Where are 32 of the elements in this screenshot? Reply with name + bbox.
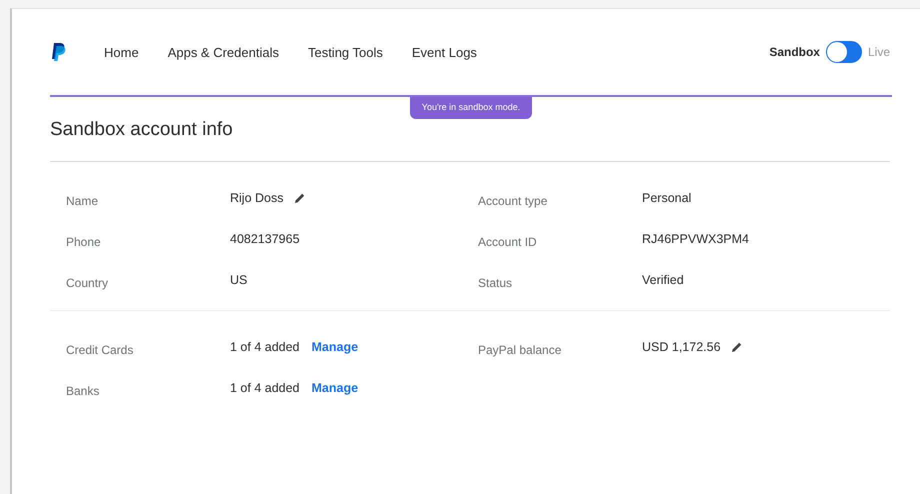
- field-value: 1 of 4 added: [230, 381, 300, 395]
- field-label: PayPal balance: [478, 342, 562, 357]
- manage-link[interactable]: Manage: [312, 340, 358, 354]
- field-value: US: [230, 273, 248, 287]
- nav-link[interactable]: Event Logs: [412, 44, 477, 60]
- field-label: Account ID: [478, 234, 538, 249]
- toggle-label: Live: [868, 45, 890, 59]
- field-label: Country: [66, 275, 110, 290]
- pencil-icon[interactable]: [730, 341, 743, 353]
- nav-link[interactable]: Testing Tools: [308, 44, 383, 60]
- pencil-icon[interactable]: [294, 192, 306, 204]
- field-label: Account type: [478, 193, 548, 208]
- logo-icon[interactable]: [52, 43, 66, 61]
- field-value: RJ46PPVWX3PM4: [642, 232, 749, 246]
- field-label: Banks: [66, 383, 100, 398]
- field-value: Rijo Doss: [230, 191, 284, 205]
- nav-link[interactable]: Home: [104, 44, 139, 60]
- field-value: Verified: [642, 273, 684, 287]
- manage-link[interactable]: Manage: [312, 381, 358, 395]
- field-value: 4082137965: [230, 232, 300, 246]
- field-value: 1 of 4 added: [230, 340, 300, 354]
- field-label: Name: [66, 193, 100, 208]
- page-title: Sandbox account info: [50, 119, 890, 162]
- toggle-label: Sandbox: [769, 45, 820, 59]
- mode-switch[interactable]: [826, 41, 862, 63]
- field-label: Credit Cards: [66, 342, 134, 357]
- mode-banner: You're in sandbox mode.: [410, 97, 532, 119]
- nav-link[interactable]: Apps & Credentials: [168, 44, 279, 60]
- field-label: Status: [478, 275, 514, 290]
- field-value: Personal: [642, 191, 692, 205]
- field-label: Phone: [66, 234, 102, 249]
- field-value: USD 1,172.56: [642, 340, 721, 354]
